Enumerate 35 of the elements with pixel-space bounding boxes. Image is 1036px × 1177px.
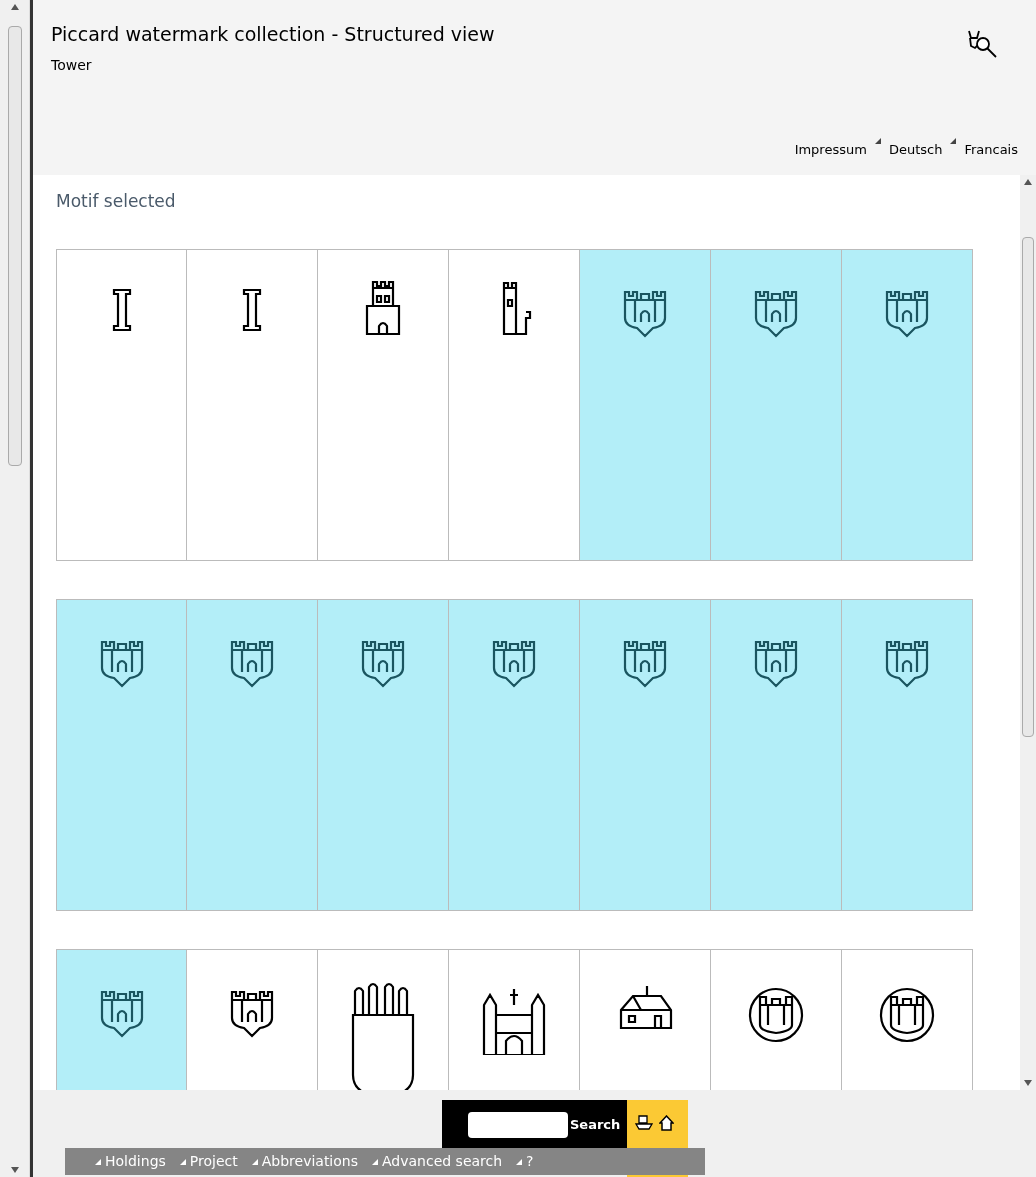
nav-link[interactable]: Abbreviations: [251, 1151, 358, 1172]
search-field[interactable]: [468, 1112, 568, 1138]
section-title: Motif selected: [56, 190, 177, 213]
page-subtitle: Tower: [51, 55, 92, 75]
nav-label: ?: [526, 1152, 534, 1171]
nav-label: Abbreviations: [261, 1152, 358, 1171]
triangle-icon: [251, 1158, 258, 1165]
header-link[interactable]: Impressum: [794, 139, 867, 159]
header-link[interactable]: Deutsch: [888, 139, 943, 159]
nav-link[interactable]: Holdings: [95, 1151, 166, 1172]
triangle-icon: [179, 1158, 186, 1165]
triangle-icon: [95, 1158, 101, 1165]
nav-label: Holdings: [105, 1152, 166, 1171]
ship-icon[interactable]: [635, 1115, 653, 1131]
nav-link[interactable]: ?: [516, 1151, 534, 1172]
search-button[interactable]: Search: [570, 1115, 621, 1135]
scrollbar-thumb[interactable]: [7, 26, 22, 466]
up-arrow-icon[interactable]: [10, 4, 19, 10]
triangle-icon: [874, 137, 881, 144]
header-link[interactable]: Francais: [964, 139, 1018, 159]
triangle-icon: [372, 1158, 378, 1165]
triangle-icon: [950, 137, 957, 144]
up-arrow-icon[interactable]: [1024, 179, 1032, 185]
down-arrow-icon[interactable]: [1024, 1080, 1032, 1086]
nav-label: Project: [189, 1152, 238, 1171]
page-title: Piccard watermark collection - Structured view: [51, 22, 495, 47]
scrollbar[interactable]: [1020, 175, 1036, 1090]
home-icon[interactable]: [659, 1115, 674, 1131]
scrollbar-thumb[interactable]: [1022, 237, 1034, 737]
down-arrow-icon[interactable]: [10, 1167, 19, 1173]
nav-label: Advanced search: [382, 1152, 503, 1171]
scrollbar[interactable]: [0, 0, 30, 1177]
triangle-icon: [516, 1158, 523, 1165]
nav-link[interactable]: Advanced search: [372, 1151, 503, 1172]
nav-link[interactable]: Project: [179, 1151, 238, 1172]
